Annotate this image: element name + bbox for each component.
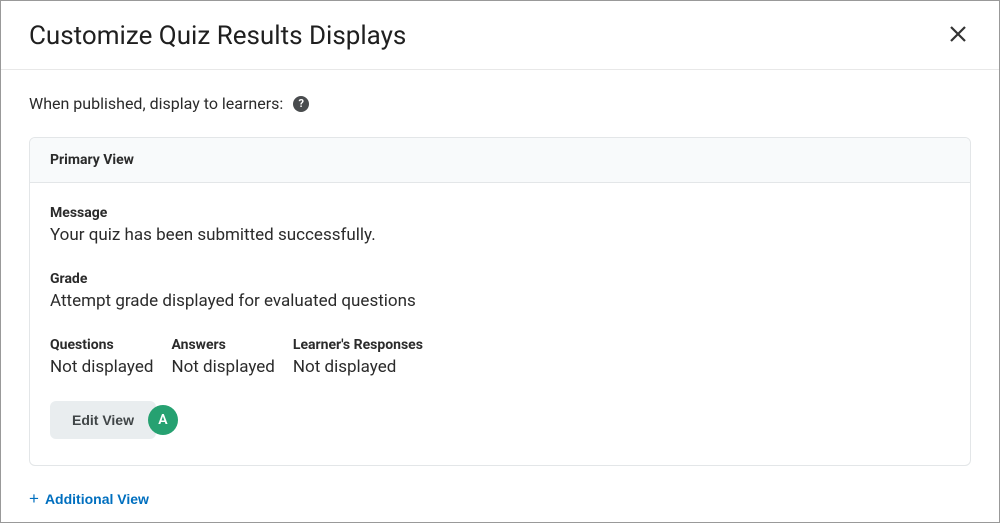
answers-col: Answers Not displayed [171,337,274,377]
responses-col: Learner's Responses Not displayed [293,337,423,377]
edit-view-button[interactable]: Edit View [50,401,156,439]
display-to-learners-label: When published, display to learners: [29,94,283,113]
answers-value: Not displayed [171,357,274,377]
display-to-learners-row: When published, display to learners: ? [29,94,971,113]
grade-section: Grade Attempt grade displayed for evalua… [50,271,950,311]
page-title: Customize Quiz Results Displays [29,21,406,51]
edit-row: Edit View A [50,401,950,439]
questions-label: Questions [50,337,153,353]
annotation-badge-a: A [148,405,178,435]
message-label: Message [50,205,950,221]
card-header: Primary View [30,138,970,183]
questions-value: Not displayed [50,357,153,377]
status-row: Questions Not displayed Answers Not disp… [50,337,950,377]
close-icon [949,25,967,43]
answers-label: Answers [171,337,274,353]
additional-view-label: Additional View [45,491,149,507]
questions-col: Questions Not displayed [50,337,153,377]
message-section: Message Your quiz has been submitted suc… [50,205,950,245]
plus-icon: + [29,490,39,507]
grade-label: Grade [50,271,950,287]
additional-view-button[interactable]: + Additional View [29,490,149,507]
card-body: Message Your quiz has been submitted suc… [30,183,970,465]
message-value: Your quiz has been submitted successfull… [50,225,950,245]
primary-view-card: Primary View Message Your quiz has been … [29,137,971,466]
dialog-content: When published, display to learners: ? P… [1,70,999,528]
dialog-header: Customize Quiz Results Displays [1,1,999,70]
close-button[interactable] [945,21,971,51]
responses-value: Not displayed [293,357,423,377]
responses-label: Learner's Responses [293,337,423,353]
help-icon[interactable]: ? [293,96,309,112]
grade-value: Attempt grade displayed for evaluated qu… [50,291,950,311]
